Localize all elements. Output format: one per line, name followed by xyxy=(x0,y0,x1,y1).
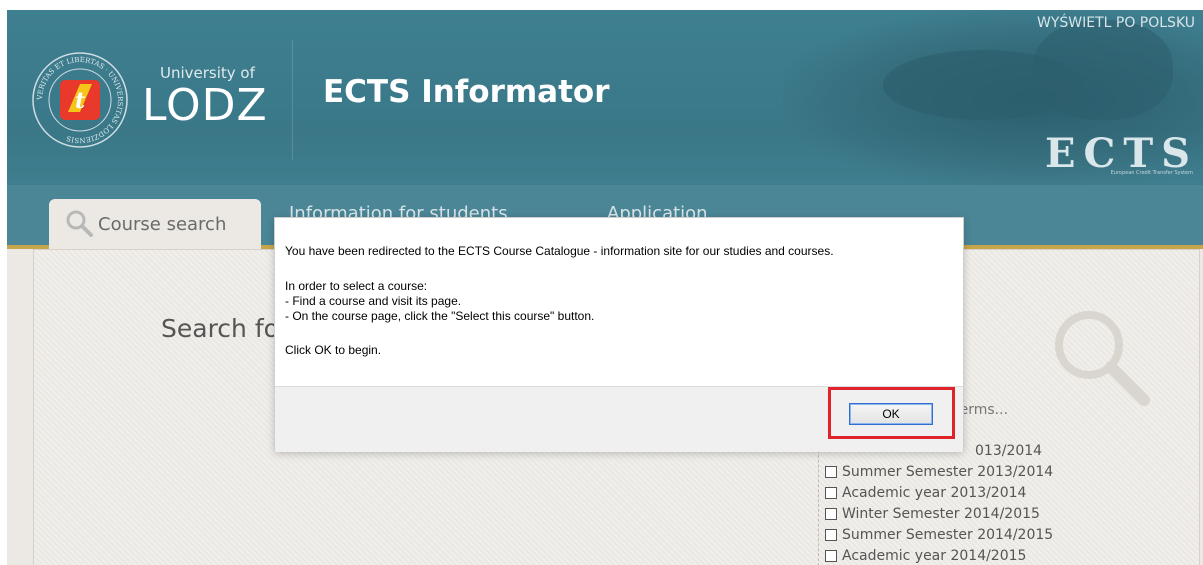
dialog-instruction-step: - On the course page, click the "Select … xyxy=(285,309,595,323)
term-item[interactable]: Summer Semester 2013/2014 xyxy=(825,461,1085,482)
header: VERITAS ET LIBERTAS · UNIVERSITAS LODZIE… xyxy=(7,10,1203,185)
dialog-footer: OK xyxy=(275,386,963,452)
term-label: 013/2014 xyxy=(975,442,1043,459)
tab-label: Course search xyxy=(98,214,227,235)
search-decoration-icon xyxy=(1055,311,1150,406)
term-item[interactable]: Academic year 2014/2015 xyxy=(825,545,1085,565)
term-checkbox[interactable] xyxy=(825,486,837,499)
term-item[interactable]: Academic year 2013/2014 xyxy=(825,482,1085,503)
dialog-prompt: Click OK to begin. xyxy=(285,343,382,357)
header-divider xyxy=(292,40,293,160)
dialog-instruction-step: - Find a course and visit its page. xyxy=(285,294,462,308)
redirect-dialog: You have been redirected to the ECTS Cou… xyxy=(275,218,963,452)
term-label: Academic year 2014/2015 xyxy=(842,547,1027,564)
dialog-message: You have been redirected to the ECTS Cou… xyxy=(285,244,834,258)
term-checkbox[interactable] xyxy=(825,465,837,478)
university-seal-logo: VERITAS ET LIBERTAS · UNIVERSITAS LODZIE… xyxy=(32,52,128,148)
term-checkbox[interactable] xyxy=(825,528,837,541)
dialog-body: You have been redirected to the ECTS Cou… xyxy=(275,218,963,386)
app-title: ECTS Informator xyxy=(323,74,610,110)
term-item[interactable]: Summer Semester 2014/2015 xyxy=(825,524,1085,545)
term-checkbox[interactable] xyxy=(825,507,837,520)
term-label: Academic year 2013/2014 xyxy=(842,484,1027,501)
magnifier-icon xyxy=(66,210,93,237)
ects-subtitle: European Credit Transfer System xyxy=(1110,170,1193,176)
term-checkbox[interactable] xyxy=(825,549,837,562)
term-label: Winter Semester 2014/2015 xyxy=(842,505,1040,522)
term-label: Summer Semester 2014/2015 xyxy=(842,526,1054,543)
terms-list: 013/2014 Summer Semester 2013/2014 Acade… xyxy=(818,440,1085,565)
map-shape xyxy=(1033,20,1173,120)
university-name: LODZ xyxy=(142,80,268,131)
svg-text:t: t xyxy=(75,88,85,114)
language-switch-link[interactable]: WYŚWIETL PO POLSKU xyxy=(1037,15,1195,31)
tab-course-search[interactable]: Course search xyxy=(49,199,261,249)
ok-button[interactable]: OK xyxy=(849,403,933,425)
term-item[interactable]: Winter Semester 2014/2015 xyxy=(825,503,1085,524)
term-label: Summer Semester 2013/2014 xyxy=(842,463,1054,480)
search-heading: Search fo xyxy=(161,314,279,343)
dialog-instructions-heading: In order to select a course: xyxy=(285,279,428,293)
